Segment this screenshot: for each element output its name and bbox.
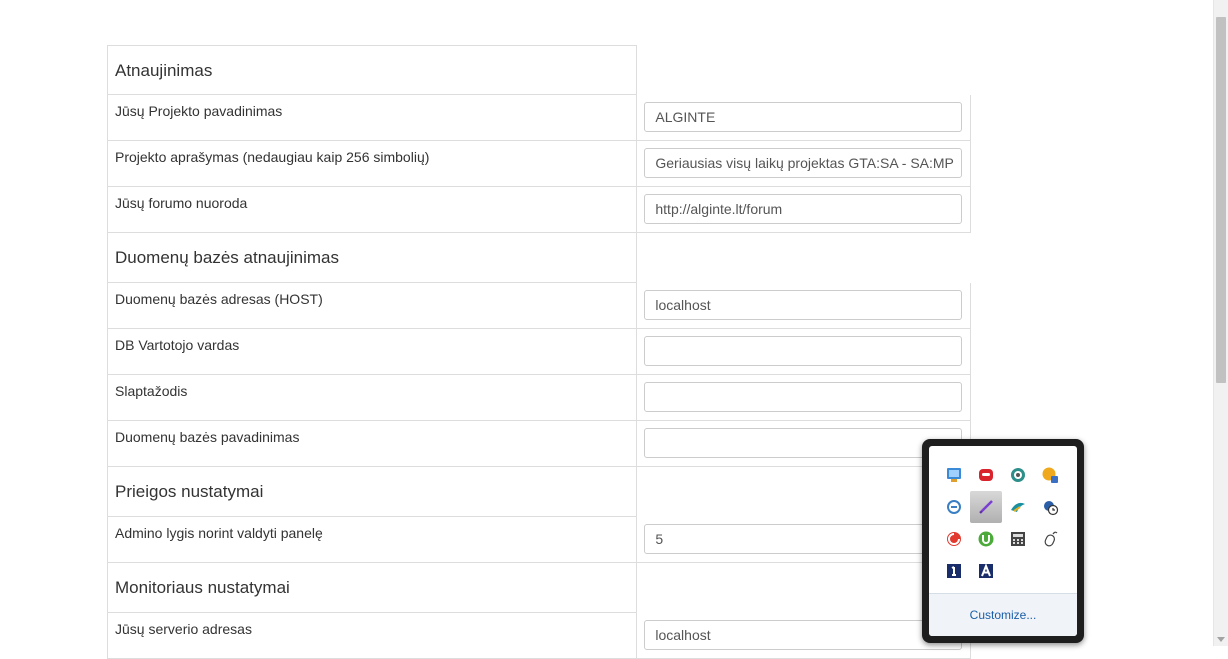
text-input[interactable]: [644, 382, 963, 412]
voip-icon[interactable]: [938, 491, 970, 523]
form-row: DB Vartotojo vardas: [107, 329, 971, 375]
form-row: Projekto aprašymas (nedaugiau kaip 256 s…: [107, 141, 971, 187]
section-header-row: Prieigos nustatymai: [107, 467, 971, 517]
form-row: Jūsų forumo nuoroda http://alginte.lt/for…: [107, 187, 971, 233]
text-input[interactable]: 5: [644, 524, 963, 554]
field-input-cell: 5: [637, 517, 971, 563]
field-input-cell: Geriausias visų laikų projektas GTA:SA -…: [637, 141, 971, 187]
font-a-icon[interactable]: [970, 555, 1002, 587]
form-row: Admino lygis norint valdyti panelę 5: [107, 517, 971, 563]
field-label: Slaptažodis: [107, 375, 638, 421]
form-row: Jūsų serverio adresas localhost: [107, 613, 971, 659]
pen-tablet-icon[interactable]: [970, 491, 1002, 523]
calculator-icon[interactable]: [1002, 523, 1034, 555]
info-one-icon[interactable]: [938, 555, 970, 587]
field-label: Duomenų bazės pavadinimas: [107, 421, 638, 467]
field-input-cell: [637, 375, 971, 421]
tray-icon-grid: [938, 459, 1066, 587]
page-scrollbar[interactable]: [1213, 0, 1228, 646]
field-input-cell: [637, 421, 971, 467]
form-row: Duomenų bazės pavadinimas: [107, 421, 971, 467]
messenger-icon[interactable]: [970, 459, 1002, 491]
section-title: Atnaujinimas: [107, 45, 638, 95]
customize-link[interactable]: Customize...: [970, 608, 1037, 622]
form-row: Slaptažodis: [107, 375, 971, 421]
section-header-row: Atnaujinimas: [107, 45, 971, 95]
section-header-row: Monitoriaus nustatymai: [107, 563, 971, 613]
notification-tray-popup: Customize...: [922, 439, 1084, 643]
field-label: Jūsų forumo nuoroda: [107, 187, 638, 233]
bird-app-icon[interactable]: [1002, 491, 1034, 523]
settings-table: Atnaujinimas Jūsų Projekto pavadinimas ALG…: [107, 45, 971, 659]
form-row: Duomenų bazės adresas (HOST) localhost: [107, 283, 971, 329]
media-icon[interactable]: [1034, 459, 1066, 491]
text-input[interactable]: [644, 428, 963, 458]
tray-panel: Customize...: [929, 446, 1077, 636]
section-title: Prieigos nustatymai: [107, 467, 638, 517]
antivirus-icon[interactable]: [938, 523, 970, 555]
shield-clock-icon[interactable]: [1034, 491, 1066, 523]
text-input[interactable]: [644, 336, 963, 366]
text-input[interactable]: localhost: [644, 290, 963, 320]
section-title: Duomenų bazės atnaujinimas: [107, 233, 638, 283]
field-label: Duomenų bazės adresas (HOST): [107, 283, 638, 329]
text-input[interactable]: http://alginte.lt/forum: [644, 194, 963, 224]
field-input-cell: localhost: [637, 283, 971, 329]
section-title: Monitoriaus nustatymai: [107, 563, 638, 613]
sync-icon[interactable]: [1002, 459, 1034, 491]
text-input[interactable]: Geriausias visų laikų projektas GTA:SA -…: [644, 148, 963, 178]
scrollbar-thumb[interactable]: [1216, 17, 1226, 383]
field-input-cell: localhost: [637, 613, 971, 659]
text-input[interactable]: ALGINTE: [644, 102, 963, 132]
form-row: Jūsų Projekto pavadinimas ALGINTE: [107, 95, 971, 141]
field-label: DB Vartotojo vardas: [107, 329, 638, 375]
field-label: Jūsų serverio adresas: [107, 613, 638, 659]
scroll-down-arrow-icon[interactable]: [1217, 637, 1225, 642]
field-label: Jūsų Projekto pavadinimas: [107, 95, 638, 141]
mouse-icon[interactable]: [1034, 523, 1066, 555]
field-input-cell: [637, 329, 971, 375]
field-label: Admino lygis norint valdyti panelę: [107, 517, 638, 563]
utorrent-icon[interactable]: [970, 523, 1002, 555]
field-input-cell: ALGINTE: [637, 95, 971, 141]
field-input-cell: http://alginte.lt/forum: [637, 187, 971, 233]
section-header-row: Duomenų bazės atnaujinimas: [107, 233, 971, 283]
field-label: Projekto aprašymas (nedaugiau kaip 256 s…: [107, 141, 638, 187]
network-monitor-icon[interactable]: [938, 459, 970, 491]
tray-footer: Customize...: [929, 593, 1077, 636]
